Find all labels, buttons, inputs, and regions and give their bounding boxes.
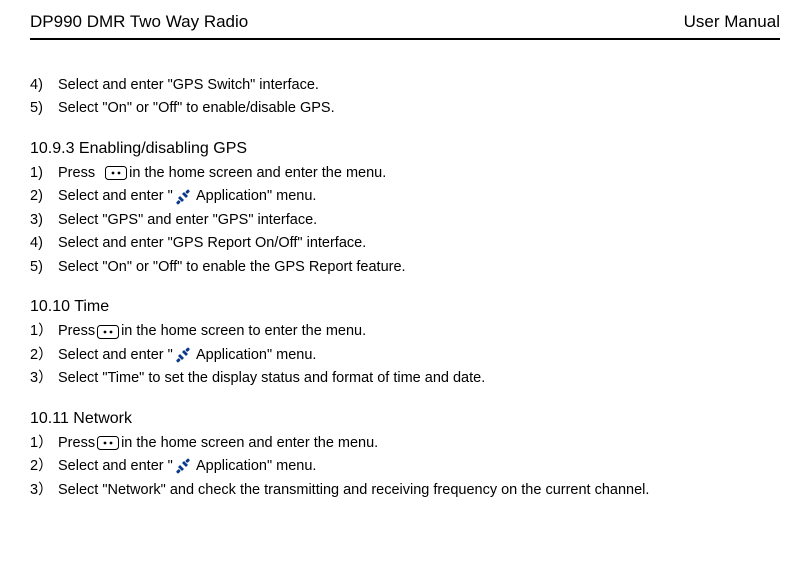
step-text: Select and enter ": [58, 455, 173, 477]
step: 2） Select and enter " Application" menu.: [30, 344, 780, 366]
step: 4) Select and enter "GPS Report On/Off" …: [30, 232, 780, 254]
step-number: 4): [30, 74, 58, 96]
step: 2) Select and enter " Application" menu.: [30, 185, 780, 207]
application-icon: [175, 458, 191, 474]
step-number: 1): [30, 162, 58, 184]
step-text: Select "Time" to set the display status …: [58, 367, 780, 389]
step-text: Application" menu.: [193, 455, 317, 477]
step: 4) Select and enter "GPS Switch" interfa…: [30, 74, 780, 96]
document-page: DP990 DMR Two Way Radio User Manual 4) S…: [0, 0, 810, 501]
step: 3) Select "GPS" and enter "GPS" interfac…: [30, 209, 780, 231]
section-heading-1011: 10.11 Network: [30, 410, 780, 428]
step-text: in the home screen to enter the menu.: [121, 320, 366, 342]
step-text: Select and enter "GPS Switch" interface.: [58, 74, 780, 96]
step-text: Press: [58, 432, 95, 454]
menu-key-icon: [105, 166, 127, 180]
step: 3） Select "Network" and check the transm…: [30, 479, 780, 501]
step-number: 2）: [30, 344, 58, 366]
step-number: 2): [30, 185, 58, 207]
step-number: 3）: [30, 367, 58, 389]
step-text: Application" menu.: [193, 344, 317, 366]
step-body: Select and enter " Application" menu.: [58, 344, 780, 366]
step-number: 3）: [30, 479, 58, 501]
step: 5) Select "On" or "Off" to enable the GP…: [30, 256, 780, 278]
menu-key-icon: [97, 436, 119, 450]
step-number: 5): [30, 256, 58, 278]
step: 1） Press in the home screen and enter th…: [30, 432, 780, 454]
step-number: 4): [30, 232, 58, 254]
step: 5) Select "On" or "Off" to enable/disabl…: [30, 97, 780, 119]
step: 1) Press in the home screen and enter th…: [30, 162, 780, 184]
step-number: 3): [30, 209, 58, 231]
step-number: 5): [30, 97, 58, 119]
step-text: Select and enter "GPS Report On/Off" int…: [58, 232, 780, 254]
step-text: Press: [58, 162, 103, 184]
step-text: Press: [58, 320, 95, 342]
step-body: Select and enter " Application" menu.: [58, 185, 780, 207]
application-icon: [175, 347, 191, 363]
step-body: Press in the home screen to enter the me…: [58, 320, 780, 342]
step-number: 2）: [30, 455, 58, 477]
menu-key-icon: [97, 325, 119, 339]
step-text: Select and enter ": [58, 185, 173, 207]
header-left: DP990 DMR Two Way Radio: [30, 12, 248, 32]
step-number: 1）: [30, 432, 58, 454]
step-text: Select and enter ": [58, 344, 173, 366]
header-right: User Manual: [684, 12, 780, 32]
step-text: Select "GPS" and enter "GPS" interface.: [58, 209, 780, 231]
section-heading-1093: 10.9.3 Enabling/disabling GPS: [30, 140, 780, 158]
step-text: Select "On" or "Off" to enable/disable G…: [58, 97, 780, 119]
step-text: Select "On" or "Off" to enable the GPS R…: [58, 256, 780, 278]
step: 1） Press in the home screen to enter the…: [30, 320, 780, 342]
step-body: Press in the home screen and enter the m…: [58, 432, 780, 454]
step: 2） Select and enter " Application" menu.: [30, 455, 780, 477]
application-icon: [175, 189, 191, 205]
step-number: 1）: [30, 320, 58, 342]
step-body: Press in the home screen and enter the m…: [58, 162, 780, 184]
step-text: Application" menu.: [193, 185, 317, 207]
page-header: DP990 DMR Two Way Radio User Manual: [30, 12, 780, 40]
step: 3） Select "Time" to set the display stat…: [30, 367, 780, 389]
section-heading-1010: 10.10 Time: [30, 298, 780, 316]
step-body: Select and enter " Application" menu.: [58, 455, 780, 477]
step-text: in the home screen and enter the menu.: [121, 432, 378, 454]
continuation-block: 4) Select and enter "GPS Switch" interfa…: [30, 74, 780, 120]
step-text: Select "Network" and check the transmitt…: [58, 479, 780, 501]
step-text: in the home screen and enter the menu.: [129, 162, 386, 184]
